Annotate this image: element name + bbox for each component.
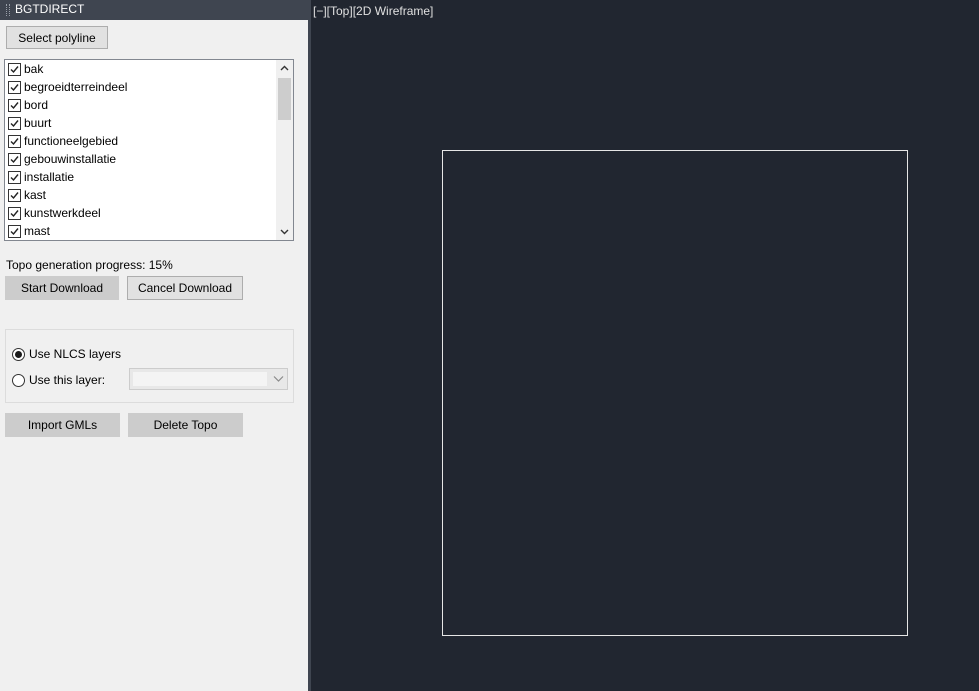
- layer-list-item[interactable]: kunstwerkdeel: [5, 204, 275, 222]
- layer-checkbox[interactable]: [8, 207, 21, 220]
- radio-selected-dot: [15, 351, 22, 358]
- layer-checklist[interactable]: bak begroeidterreindeel bord buurt functione…: [4, 59, 294, 241]
- use-nlcs-label[interactable]: Use NLCS layers: [29, 347, 121, 361]
- layer-label: mast: [24, 224, 51, 238]
- layer-label: kast: [24, 188, 47, 202]
- scroll-up-button[interactable]: [276, 60, 293, 77]
- start-download-button[interactable]: Start Download: [5, 276, 119, 300]
- checkmark-icon: [10, 228, 19, 236]
- layer-checkbox[interactable]: [8, 99, 21, 112]
- layer-list-item[interactable]: bord: [5, 96, 275, 114]
- chevron-down-icon: [280, 229, 289, 235]
- layer-checkbox[interactable]: [8, 189, 21, 202]
- layer-list-item[interactable]: functioneelgebied: [5, 132, 275, 150]
- layer-label: kunstwerkdeel: [24, 206, 101, 220]
- layer-checkbox[interactable]: [8, 135, 21, 148]
- palette-title: BGTDIRECT: [15, 2, 85, 16]
- bgtdirect-palette: BGTDIRECT Select polyline bak begroeidter…: [0, 0, 308, 691]
- layer-options-group: Use NLCS layers Use this layer:: [5, 329, 294, 403]
- layer-checkbox[interactable]: [8, 171, 21, 184]
- layer-label: bak: [24, 62, 44, 76]
- layer-checkbox[interactable]: [8, 117, 21, 130]
- layer-label: installatie: [24, 170, 75, 184]
- chevron-up-icon: [280, 65, 289, 71]
- checkmark-icon: [10, 138, 19, 146]
- layer-list-item[interactable]: gebouwinstallatie: [5, 150, 275, 168]
- layer-checkbox[interactable]: [8, 153, 21, 166]
- checkmark-icon: [10, 84, 19, 92]
- layer-label: buurt: [24, 116, 52, 130]
- delete-topo-button[interactable]: Delete Topo: [128, 413, 243, 437]
- layer-list-item[interactable]: mast: [5, 222, 275, 240]
- layer-select-value: [133, 372, 267, 386]
- layer-checkbox[interactable]: [8, 63, 21, 76]
- layer-list-item[interactable]: bak: [5, 60, 275, 78]
- import-gmls-button[interactable]: Import GMLs: [5, 413, 120, 437]
- layer-label: bord: [24, 98, 49, 112]
- checkmark-icon: [10, 156, 19, 164]
- layer-list-item[interactable]: kast: [5, 186, 275, 204]
- layer-label: begroeidterreindeel: [24, 80, 128, 94]
- layer-list-item[interactable]: buurt: [5, 114, 275, 132]
- checkmark-icon: [10, 192, 19, 200]
- use-this-layer-label[interactable]: Use this layer:: [29, 373, 105, 387]
- scroll-down-button[interactable]: [276, 223, 293, 240]
- use-this-layer-radio[interactable]: [12, 374, 25, 387]
- progress-text: Topo generation progress: 15%: [6, 258, 173, 272]
- layer-label: functioneelgebied: [24, 134, 119, 148]
- viewport-controls[interactable]: [−][Top][2D Wireframe]: [313, 4, 433, 18]
- cancel-download-button[interactable]: Cancel Download: [127, 276, 243, 300]
- layer-label: gebouwinstallatie: [24, 152, 117, 166]
- checkmark-icon: [10, 102, 19, 110]
- layer-list-item[interactable]: installatie: [5, 168, 275, 186]
- layer-checkbox[interactable]: [8, 225, 21, 238]
- chevron-down-icon: [273, 376, 284, 382]
- drawing-viewport[interactable]: [−][Top][2D Wireframe]: [311, 0, 979, 691]
- checkmark-icon: [10, 210, 19, 218]
- checkmark-icon: [10, 66, 19, 74]
- select-polyline-button[interactable]: Select polyline: [6, 26, 108, 49]
- scroll-thumb[interactable]: [278, 78, 291, 120]
- layer-select[interactable]: [129, 368, 288, 390]
- grip-icon[interactable]: [6, 4, 10, 16]
- use-nlcs-radio[interactable]: [12, 348, 25, 361]
- layer-list-items: bak begroeidterreindeel bord buurt functione…: [5, 60, 275, 240]
- polyline-rectangle[interactable]: [442, 150, 908, 636]
- layer-list-item[interactable]: begroeidterreindeel: [5, 78, 275, 96]
- checkmark-icon: [10, 120, 19, 128]
- layer-checkbox[interactable]: [8, 81, 21, 94]
- list-scrollbar[interactable]: [276, 60, 293, 240]
- checkmark-icon: [10, 174, 19, 182]
- palette-title-bar[interactable]: BGTDIRECT: [0, 0, 308, 20]
